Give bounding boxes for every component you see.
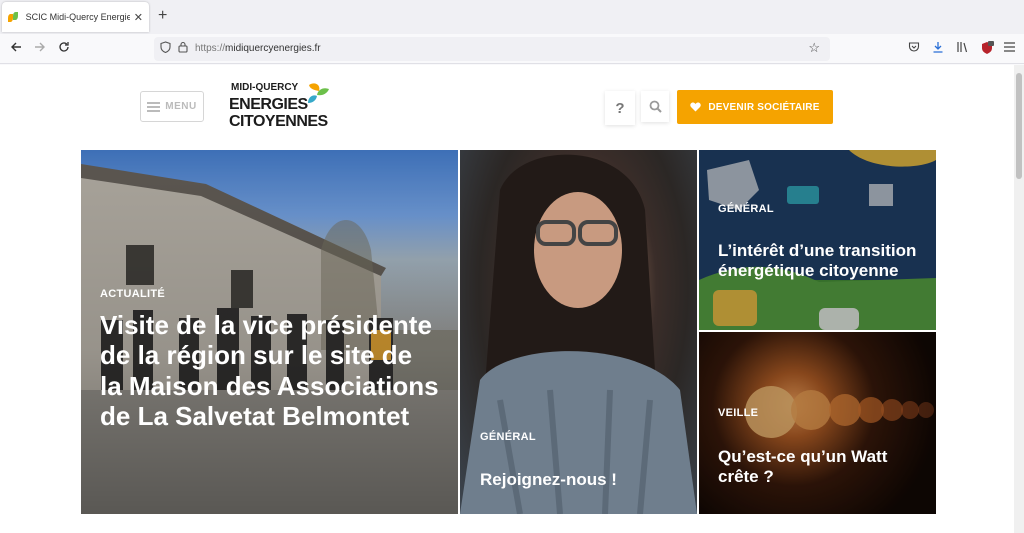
article-category: GÉNÉRAL bbox=[718, 203, 774, 215]
menu-icon[interactable] bbox=[1004, 41, 1015, 55]
article-category: VEILLE bbox=[718, 407, 759, 419]
browser-nav-bar: https://midiquercyenergies.fr ☆ bbox=[0, 34, 1024, 64]
tab-title: SCIC Midi-Quercy Energies Citoyennes bbox=[25, 12, 130, 22]
url-scheme: https:// bbox=[195, 43, 226, 54]
scrollbar-thumb[interactable] bbox=[1016, 73, 1022, 179]
article-title: Rejoignez-nous ! bbox=[480, 470, 617, 489]
logo-line-2: ENERGIES bbox=[229, 96, 308, 113]
article-title: L’intérêt d’une transition énergétique c… bbox=[718, 241, 917, 280]
url-host: midiquercyenergies.fr bbox=[225, 43, 321, 54]
page-scrollbar[interactable] bbox=[1014, 65, 1024, 533]
shield-icon[interactable] bbox=[160, 41, 171, 56]
download-icon[interactable] bbox=[932, 41, 944, 56]
menu-label: MENU bbox=[165, 101, 197, 112]
forward-icon[interactable] bbox=[34, 40, 46, 56]
menu-button[interactable]: MENU bbox=[140, 91, 204, 122]
tab-close-icon[interactable]: ✕ bbox=[134, 11, 143, 24]
new-tab-button[interactable]: + bbox=[158, 7, 167, 25]
hamburger-icon bbox=[147, 101, 161, 112]
browser-tab-bar: SCIC Midi-Quercy Energies Citoyennes ✕ + bbox=[0, 0, 1024, 34]
back-icon[interactable] bbox=[10, 40, 22, 56]
site-logo[interactable]: MIDI-QUERCY ENERGIES CITOYENNES bbox=[229, 79, 339, 135]
url-text[interactable]: https://midiquercyenergies.fr bbox=[195, 43, 321, 54]
site-favicon bbox=[8, 11, 20, 23]
pocket-icon[interactable] bbox=[908, 41, 920, 56]
become-member-button[interactable]: DEVENIR SOCIÉTAIRE bbox=[677, 90, 833, 124]
library-icon[interactable] bbox=[956, 41, 968, 56]
article-title: Qu’est-ce qu’un Watt crête ? bbox=[718, 447, 888, 486]
article-category: ACTUALITÉ bbox=[100, 288, 166, 300]
logo-line-3: CITOYENNES bbox=[229, 113, 328, 130]
article-image-portrait bbox=[460, 154, 697, 514]
browser-tab[interactable]: SCIC Midi-Quercy Energies Citoyennes ✕ bbox=[2, 2, 149, 32]
search-button[interactable] bbox=[641, 91, 669, 122]
lock-icon[interactable] bbox=[178, 41, 188, 56]
article-card-featured[interactable]: ACTUALITÉ Visite de la vice présidente d… bbox=[81, 150, 458, 514]
extension-icon[interactable] bbox=[980, 41, 994, 58]
website: MENU MIDI-QUERCY ENERGIES CITOYENNES ? D… bbox=[0, 65, 1014, 533]
article-card-join[interactable]: GÉNÉRAL Rejoignez-nous ! bbox=[460, 150, 697, 514]
article-image-infographic bbox=[699, 150, 936, 330]
star-icon[interactable]: ☆ bbox=[808, 40, 820, 56]
url-bar[interactable]: https://midiquercyenergies.fr ☆ bbox=[154, 37, 830, 61]
help-button[interactable]: ? bbox=[605, 91, 635, 125]
article-category: GÉNÉRAL bbox=[480, 431, 536, 443]
article-title: Visite de la vice présidente de la régio… bbox=[100, 310, 439, 432]
logo-line-1: MIDI-QUERCY bbox=[231, 82, 299, 93]
article-card-watt[interactable]: VEILLE Qu’est-ce qu’un Watt crête ? bbox=[699, 332, 936, 514]
heart-icon bbox=[690, 102, 702, 112]
search-icon bbox=[649, 100, 662, 113]
cta-label: DEVENIR SOCIÉTAIRE bbox=[708, 101, 820, 113]
logo-leaves-icon bbox=[308, 83, 329, 103]
reload-icon[interactable] bbox=[58, 40, 70, 56]
article-card-transition[interactable]: GÉNÉRAL L’intérêt d’une transition énerg… bbox=[699, 150, 936, 330]
